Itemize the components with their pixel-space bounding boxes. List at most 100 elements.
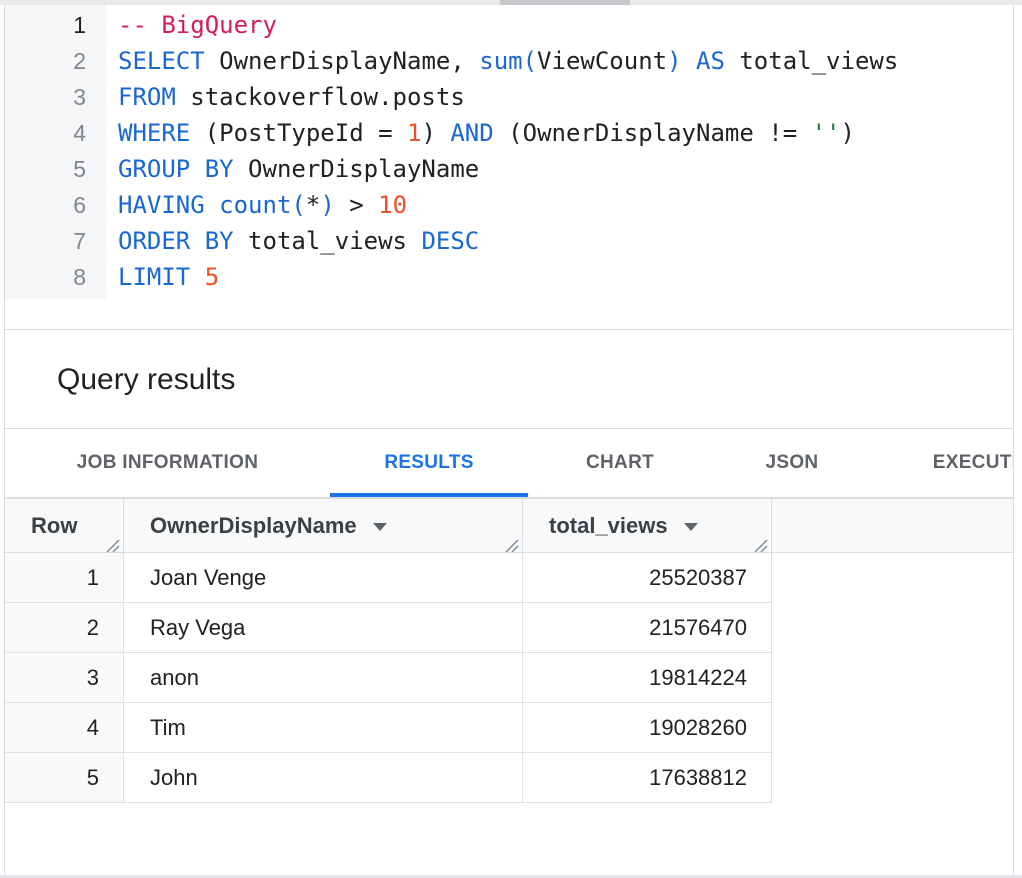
query-results-title: Query results xyxy=(57,363,235,397)
line-number: 1 xyxy=(5,7,106,43)
code-line[interactable]: LIMIT 5 xyxy=(118,259,1013,295)
row-filler-cell xyxy=(772,703,1013,753)
column-header-filler xyxy=(772,499,1013,553)
code-line[interactable]: GROUP BY OwnerDisplayName xyxy=(118,151,1013,187)
column-header-total_views[interactable]: total_views xyxy=(523,499,772,553)
tab-label: CHART xyxy=(586,452,654,474)
tab-chart[interactable]: CHART xyxy=(528,429,712,497)
table-row: 2Ray Vega21576470 xyxy=(5,603,1013,653)
code-token: * xyxy=(306,191,320,219)
code-token: OwnerDisplayName xyxy=(234,155,480,183)
editor-code[interactable]: -- BigQuery SELECT OwnerDisplayName, sum(… xyxy=(118,7,1013,295)
editor-gutter: 12345678 xyxy=(5,5,106,299)
column-menu-arrow-icon[interactable] xyxy=(684,523,698,531)
code-token xyxy=(682,47,696,75)
total-views-cell: 19814224 xyxy=(523,653,772,703)
code-token: 5 xyxy=(205,263,219,291)
tab-executi[interactable]: EXECUTI xyxy=(872,429,1013,497)
code-token: total_views xyxy=(234,227,422,255)
line-number: 4 xyxy=(5,115,106,151)
code-token: ) xyxy=(841,119,855,147)
row-number-cell: 3 xyxy=(5,653,124,703)
code-token: AS xyxy=(696,47,725,75)
line-number: 3 xyxy=(5,79,106,115)
code-token: 1 xyxy=(407,119,421,147)
tab-job-information[interactable]: JOB INFORMATION xyxy=(5,429,330,497)
code-token: GROUP BY xyxy=(118,155,234,183)
total-views-cell: 21576470 xyxy=(523,603,772,653)
code-line[interactable]: HAVING count(*) > 10 xyxy=(118,187,1013,223)
code-line[interactable]: SELECT OwnerDisplayName, sum(ViewCount) … xyxy=(118,43,1013,79)
query-results-panel-header: Query results xyxy=(5,331,1013,429)
column-header-label: total_views xyxy=(523,513,668,539)
panel-right-border xyxy=(1013,5,1014,875)
tab-label: JSON xyxy=(766,452,819,474)
row-filler-cell xyxy=(772,553,1013,603)
code-token: stackoverflow.posts xyxy=(176,83,465,111)
code-token: count( xyxy=(219,191,306,219)
code-line[interactable]: -- BigQuery xyxy=(118,7,1013,43)
code-token: LIMIT xyxy=(118,263,190,291)
code-line[interactable]: WHERE (PostTypeId = 1) AND (OwnerDisplay… xyxy=(118,115,1013,151)
owner-display-name-cell: anon xyxy=(124,653,523,703)
results-table-body: 1Joan Venge255203872Ray Vega215764703ano… xyxy=(5,553,1013,803)
table-row: 5John17638812 xyxy=(5,753,1013,803)
line-number: 2 xyxy=(5,43,106,79)
line-number: 7 xyxy=(5,223,106,259)
tab-json[interactable]: JSON xyxy=(712,429,872,497)
line-number: 8 xyxy=(5,259,106,295)
column-header-ownerdisplayname[interactable]: OwnerDisplayName xyxy=(124,499,523,553)
total-views-cell: 19028260 xyxy=(523,703,772,753)
code-token: ViewCount xyxy=(537,47,667,75)
code-token: (OwnerDisplayName != xyxy=(494,119,812,147)
row-number-cell: 1 xyxy=(5,553,124,603)
active-tab-underline xyxy=(330,493,528,497)
code-token: 10 xyxy=(378,191,407,219)
column-resize-handle-icon[interactable] xyxy=(504,534,520,550)
row-filler-cell xyxy=(772,653,1013,703)
column-header-row[interactable]: Row xyxy=(5,499,124,553)
table-row: 3anon19814224 xyxy=(5,653,1013,703)
code-token: ) xyxy=(667,47,681,75)
code-token: OwnerDisplayName, xyxy=(205,47,480,75)
tab-results[interactable]: RESULTS xyxy=(330,429,528,497)
code-token: ORDER BY xyxy=(118,227,234,255)
tab-label: EXECUTI xyxy=(933,452,1013,474)
row-filler-cell xyxy=(772,603,1013,653)
code-line[interactable]: ORDER BY total_views DESC xyxy=(118,223,1013,259)
code-token: -- BigQuery xyxy=(118,11,277,39)
table-row: 1Joan Venge25520387 xyxy=(5,553,1013,603)
tab-label: JOB INFORMATION xyxy=(77,452,258,474)
code-token: > xyxy=(335,191,378,219)
owner-display-name-cell: Tim xyxy=(124,703,523,753)
owner-display-name-cell: Joan Venge xyxy=(124,553,523,603)
column-header-label: OwnerDisplayName xyxy=(124,513,357,539)
row-number-cell: 5 xyxy=(5,753,124,803)
results-tab-bar: JOB INFORMATION RESULTS CHART JSON EXECUTI xyxy=(5,429,1013,498)
table-row: 4Tim19028260 xyxy=(5,703,1013,753)
column-resize-handle-icon[interactable] xyxy=(105,534,121,550)
line-number: 6 xyxy=(5,187,106,223)
code-token: ) xyxy=(421,119,450,147)
row-number-cell: 4 xyxy=(5,703,124,753)
code-token: WHERE xyxy=(118,119,190,147)
code-token: DESC xyxy=(421,227,479,255)
tab-label: RESULTS xyxy=(384,452,473,474)
code-token: ) xyxy=(320,191,334,219)
code-token: AND xyxy=(450,119,493,147)
results-table-header-row: Row OwnerDisplayName total_views xyxy=(5,498,1013,553)
row-number-cell: 2 xyxy=(5,603,124,653)
code-token: total_views xyxy=(725,47,898,75)
code-line[interactable]: FROM stackoverflow.posts xyxy=(118,79,1013,115)
owner-display-name-cell: John xyxy=(124,753,523,803)
sql-editor[interactable]: 12345678 -- BigQuerySELECT OwnerDisplayN… xyxy=(5,5,1013,330)
column-header-label: Row xyxy=(5,513,77,539)
row-filler-cell xyxy=(772,753,1013,803)
code-token: '' xyxy=(812,119,841,147)
column-menu-arrow-icon[interactable] xyxy=(373,523,387,531)
column-resize-handle-icon[interactable] xyxy=(753,534,769,550)
owner-display-name-cell: Ray Vega xyxy=(124,603,523,653)
code-token: sum( xyxy=(479,47,537,75)
code-token: HAVING xyxy=(118,191,205,219)
code-token xyxy=(190,263,204,291)
